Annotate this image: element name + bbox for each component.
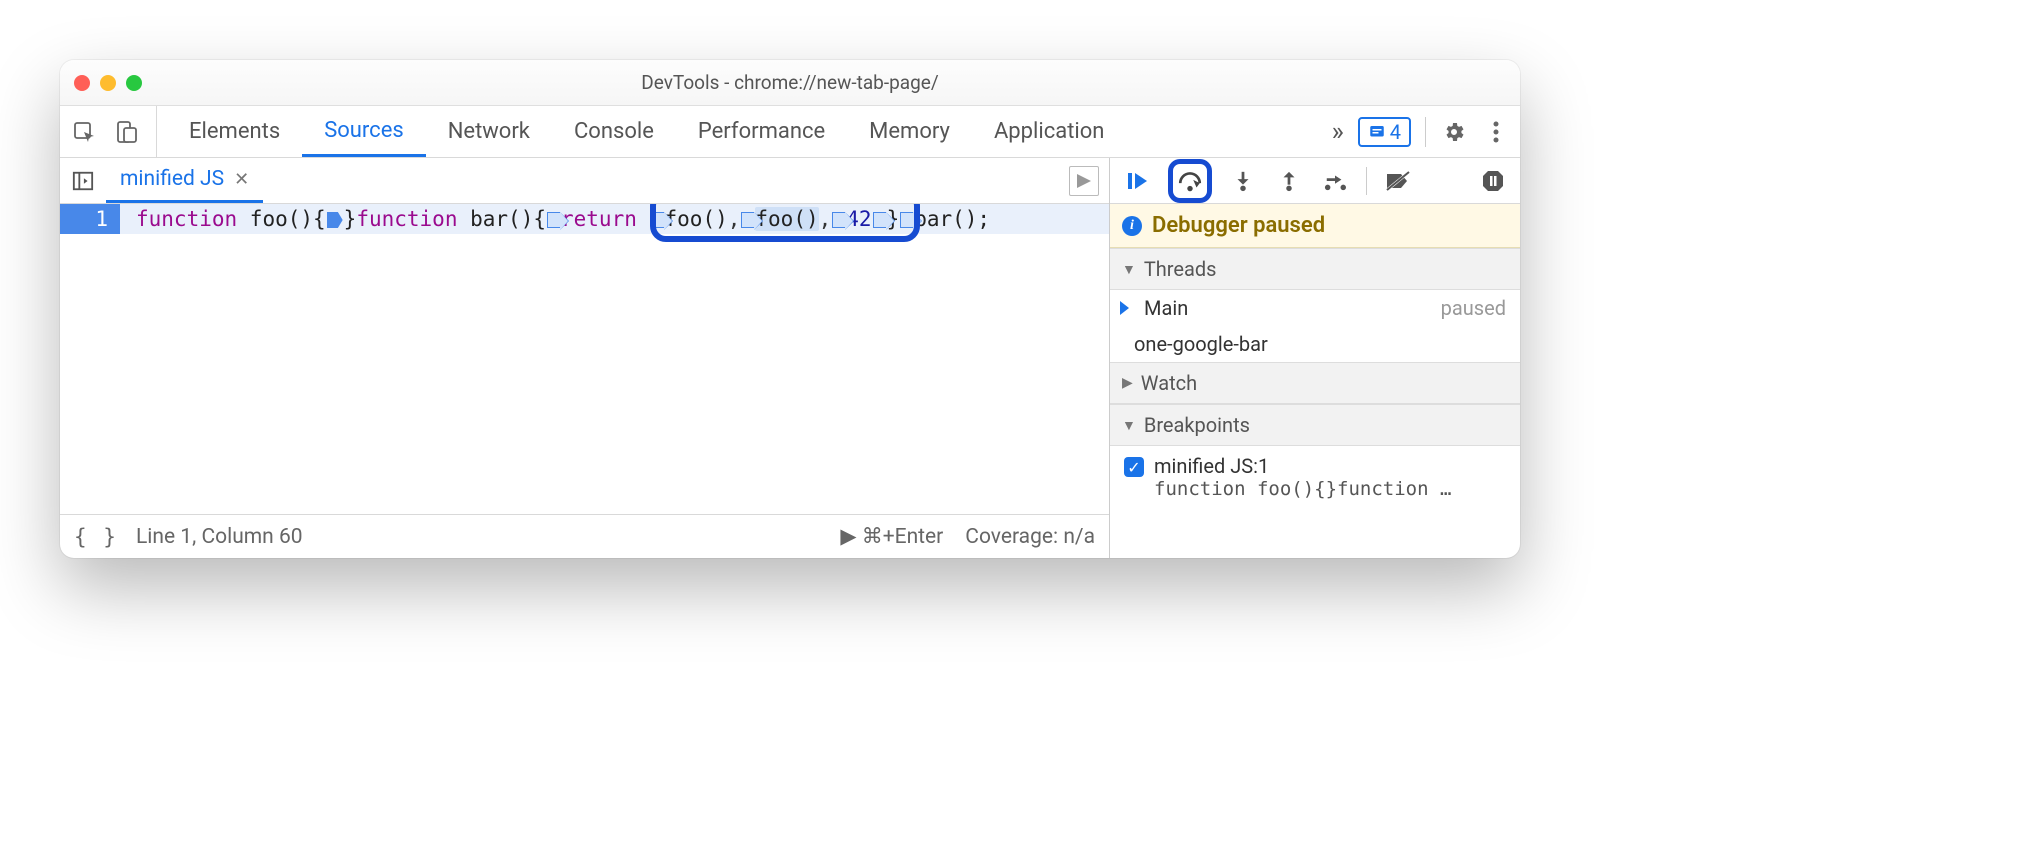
debugger-sidebar: i Debugger paused ▼ Threads Main paused … — [1110, 158, 1520, 558]
disclosure-triangle-icon: ▼ — [1122, 261, 1136, 278]
step-marker-icon — [741, 212, 754, 228]
device-toolbar-icon[interactable] — [112, 118, 140, 146]
step-into-button[interactable] — [1228, 166, 1258, 196]
debug-toolbar — [1110, 158, 1520, 204]
step-button[interactable] — [1320, 166, 1350, 196]
cursor-position: Line 1, Column 60 — [136, 525, 303, 549]
breakpoint-label: minified JS:1 — [1154, 454, 1451, 478]
editor-statusbar: { } Line 1, Column 60 ▶ ⌘+Enter Coverage… — [60, 514, 1109, 558]
info-icon: i — [1122, 216, 1142, 236]
inspect-element-icon[interactable] — [70, 118, 98, 146]
deactivate-breakpoints-button[interactable] — [1383, 166, 1413, 196]
main-content: minified JS ✕ 1 function foo(){}function… — [60, 158, 1520, 558]
thread-row-one-google-bar[interactable]: one-google-bar — [1110, 326, 1520, 362]
line-gutter: 1 — [60, 204, 120, 514]
tab-console[interactable]: Console — [552, 106, 676, 157]
window-title: DevTools - chrome://new-tab-page/ — [60, 71, 1520, 94]
editor-tabbar: minified JS ✕ — [60, 158, 1109, 204]
issues-badge[interactable]: 4 — [1358, 117, 1411, 147]
step-marker-icon — [547, 212, 560, 228]
step-marker-icon — [651, 212, 664, 228]
run-hint: ▶ ⌘+Enter — [840, 524, 943, 549]
step-over-button[interactable] — [1168, 159, 1212, 203]
code-editor[interactable]: 1 function foo(){}function bar(){return … — [60, 204, 1109, 514]
resume-button[interactable] — [1122, 166, 1152, 196]
devtools-window: DevTools - chrome://new-tab-page/ Elemen… — [60, 60, 1520, 558]
thread-row-main[interactable]: Main paused — [1110, 290, 1520, 326]
disclosure-triangle-icon: ▶ — [1122, 375, 1133, 391]
panel-tabstrip: Elements Sources Network Console Perform… — [60, 106, 1520, 158]
threads-section-header[interactable]: ▼ Threads — [1110, 248, 1520, 290]
file-tab-minified-js[interactable]: minified JS ✕ — [106, 158, 263, 203]
settings-icon[interactable] — [1440, 118, 1468, 146]
more-options-icon[interactable] — [1482, 118, 1510, 146]
paused-label: Debugger paused — [1152, 213, 1325, 238]
step-marker-icon — [873, 212, 886, 228]
coverage-status: Coverage: n/a — [965, 525, 1095, 549]
titlebar: DevTools - chrome://new-tab-page/ — [60, 60, 1520, 106]
tab-application[interactable]: Application — [972, 106, 1126, 157]
issues-count: 4 — [1390, 120, 1401, 144]
breakpoint-checkbox[interactable]: ✓ — [1124, 457, 1144, 477]
code-line-1[interactable]: function foo(){}function bar(){return fo… — [120, 204, 1109, 234]
breakpoints-section-header[interactable]: ▼ Breakpoints — [1110, 404, 1520, 446]
tab-network[interactable]: Network — [426, 106, 552, 157]
pause-on-exceptions-button[interactable] — [1478, 166, 1508, 196]
file-tab-label: minified JS — [120, 167, 224, 191]
close-tab-icon[interactable]: ✕ — [234, 169, 249, 190]
step-marker-icon — [900, 212, 913, 228]
snippet-run-icon[interactable] — [1069, 166, 1099, 196]
tab-performance[interactable]: Performance — [676, 106, 847, 157]
line-number[interactable]: 1 — [60, 204, 120, 234]
editor-pane: minified JS ✕ 1 function foo(){}function… — [60, 158, 1110, 558]
breakpoint-code: function foo(){}function … — [1154, 478, 1451, 500]
execution-marker-icon — [327, 212, 343, 228]
breakpoint-row[interactable]: ✓ minified JS:1 function foo(){}function… — [1110, 446, 1520, 508]
step-marker-icon — [832, 212, 845, 228]
step-out-button[interactable] — [1274, 166, 1304, 196]
tab-memory[interactable]: Memory — [847, 106, 972, 157]
more-tabs-icon[interactable]: » — [1332, 117, 1344, 147]
tab-elements[interactable]: Elements — [167, 106, 302, 157]
navigator-toggle-icon[interactable] — [68, 166, 98, 196]
pretty-print-icon[interactable]: { } — [74, 525, 118, 549]
disclosure-triangle-icon: ▼ — [1122, 417, 1136, 434]
watch-section-header[interactable]: ▶ Watch — [1110, 362, 1520, 404]
debugger-paused-banner: i Debugger paused — [1110, 204, 1520, 248]
tab-sources[interactable]: Sources — [302, 106, 426, 157]
